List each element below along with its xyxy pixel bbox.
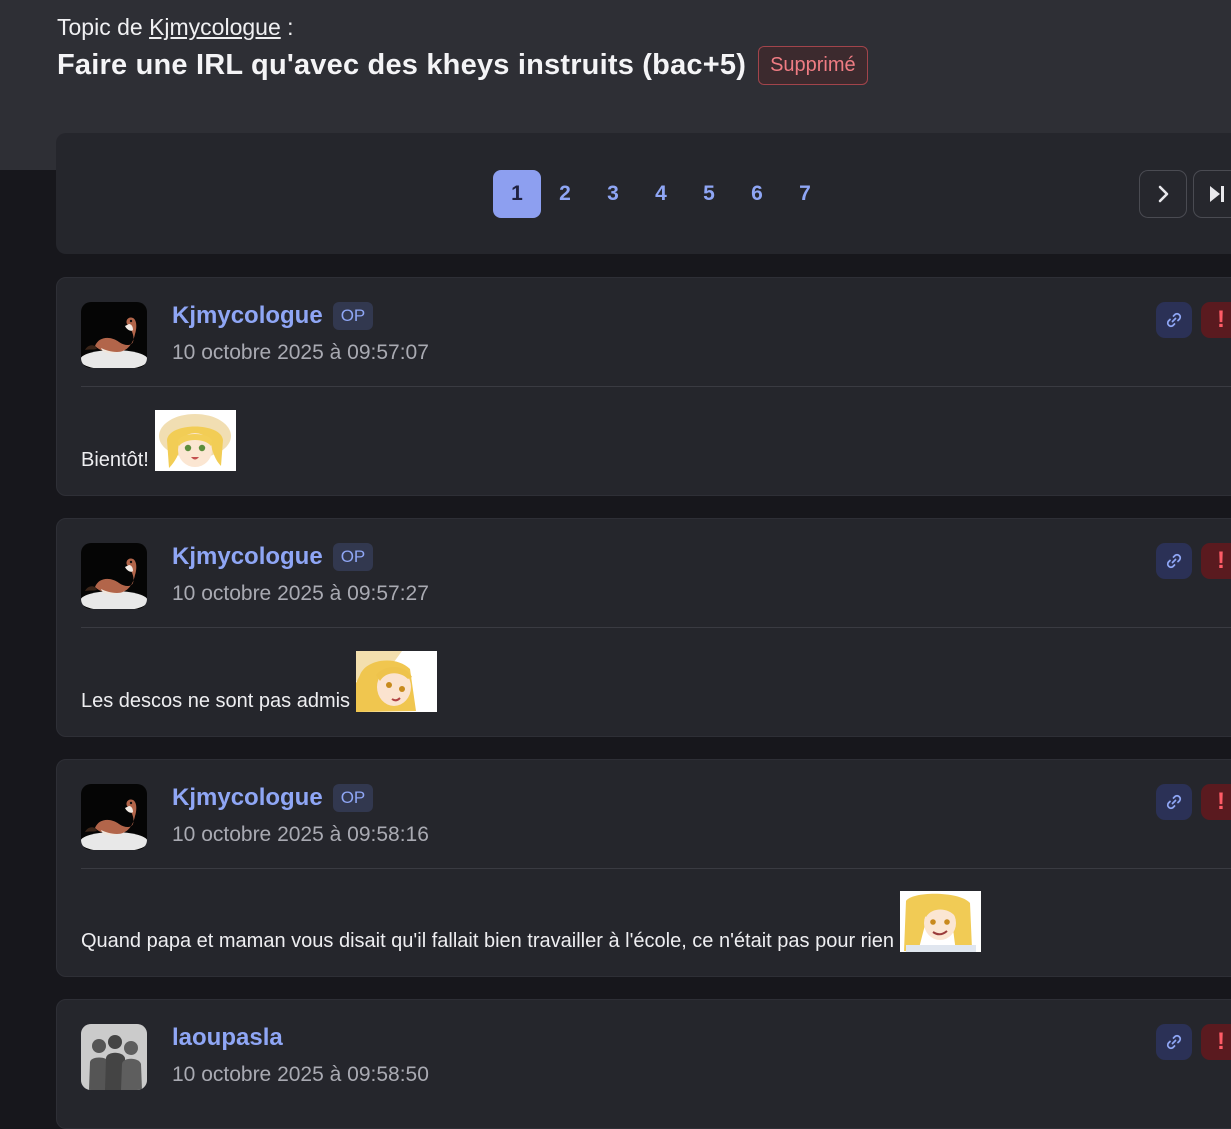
page-title: Faire une IRL qu'avec des kheys instruit… [57,49,747,81]
page-7-button[interactable]: 7 [781,170,829,218]
post-text: Les descos ne sont pas admis [81,690,351,712]
stoat-avatar [81,784,147,850]
post-author: laoupasla [172,1024,283,1052]
avatar[interactable] [81,1024,147,1090]
report-button[interactable]: ! [1201,302,1231,338]
link-icon [1166,312,1182,328]
post-date: 10 octobre 2025 à 09:57:27 [172,582,429,605]
avatar[interactable] [81,784,147,850]
link-icon [1166,794,1182,810]
grey-silhouettes-avatar [81,1024,147,1090]
avatar[interactable] [81,302,147,368]
topic-author-line: Topic de Kjmycologue : [57,12,1227,42]
op-badge: OP [332,784,374,812]
post-4: laoupasla 10 octobre 2025 à 09:58:50 ! [56,999,1231,1129]
sticker-image [900,891,981,952]
author-name-link[interactable]: Kjmycologue [172,302,323,330]
post-text: Bientôt! [81,449,149,471]
topic-prefix: Topic de [57,14,143,40]
post-date: 10 octobre 2025 à 09:58:50 [172,1063,429,1086]
post-author: Kjmycologue OP [172,543,374,571]
permalink-button[interactable] [1156,784,1192,820]
page-3-button[interactable]: 3 [589,170,637,218]
post-body: Quand papa et maman vous disait qu'il fa… [81,891,981,952]
pagination: 1 2 3 4 5 6 7 [493,170,829,218]
report-icon: ! [1217,306,1225,333]
post-date: 10 octobre 2025 à 09:57:07 [172,341,429,364]
sticker-image [356,651,437,712]
link-icon [1166,1034,1182,1050]
op-badge: OP [332,302,374,330]
report-button[interactable]: ! [1201,1024,1231,1060]
post-author: Kjmycologue OP [172,784,374,812]
post-divider [81,627,1231,628]
post-body: Les descos ne sont pas admis [81,651,437,712]
post-text: Quand papa et maman vous disait qu'il fa… [81,930,895,952]
title-row: Faire une IRL qu'avec des kheys instruit… [57,46,1227,85]
author-name-link[interactable]: laoupasla [172,1024,283,1052]
page-5-button[interactable]: 5 [685,170,733,218]
link-icon [1166,553,1182,569]
post-divider [81,386,1231,387]
topic-suffix: : [287,14,294,40]
permalink-button[interactable] [1156,1024,1192,1060]
last-page-button[interactable] [1193,170,1231,218]
page-4-button[interactable]: 4 [637,170,685,218]
post-divider [81,868,1231,869]
pagination-card: 1 2 3 4 5 6 7 [56,133,1231,254]
page-1-button[interactable]: 1 [493,170,541,218]
report-icon: ! [1217,788,1225,815]
stoat-avatar [81,543,147,609]
post-2: Kjmycologue OP 10 octobre 2025 à 09:57:2… [56,518,1231,737]
report-button[interactable]: ! [1201,784,1231,820]
permalink-button[interactable] [1156,543,1192,579]
topic-author-link[interactable]: Kjmycologue [149,14,281,40]
next-page-button[interactable] [1139,170,1187,218]
post-author: Kjmycologue OP [172,302,374,330]
stoat-avatar [81,302,147,368]
op-badge: OP [332,543,374,571]
post-date: 10 octobre 2025 à 09:58:16 [172,823,429,846]
chevron-right-icon [1158,185,1169,203]
page-6-button[interactable]: 6 [733,170,781,218]
author-name-link[interactable]: Kjmycologue [172,543,323,571]
post-1: Kjmycologue OP 10 octobre 2025 à 09:57:0… [56,277,1231,496]
report-icon: ! [1217,1028,1225,1055]
sticker-image [155,410,236,471]
status-badge: Supprimé [758,46,868,85]
post-3: Kjmycologue OP 10 octobre 2025 à 09:58:1… [56,759,1231,977]
permalink-button[interactable] [1156,302,1192,338]
report-button[interactable]: ! [1201,543,1231,579]
avatar[interactable] [81,543,147,609]
topic-header: Topic de Kjmycologue : Faire une IRL qu'… [57,12,1227,85]
skip-to-last-icon [1210,186,1224,202]
page-2-button[interactable]: 2 [541,170,589,218]
author-name-link[interactable]: Kjmycologue [172,784,323,812]
report-icon: ! [1217,547,1225,574]
post-body: Bientôt! [81,410,236,471]
